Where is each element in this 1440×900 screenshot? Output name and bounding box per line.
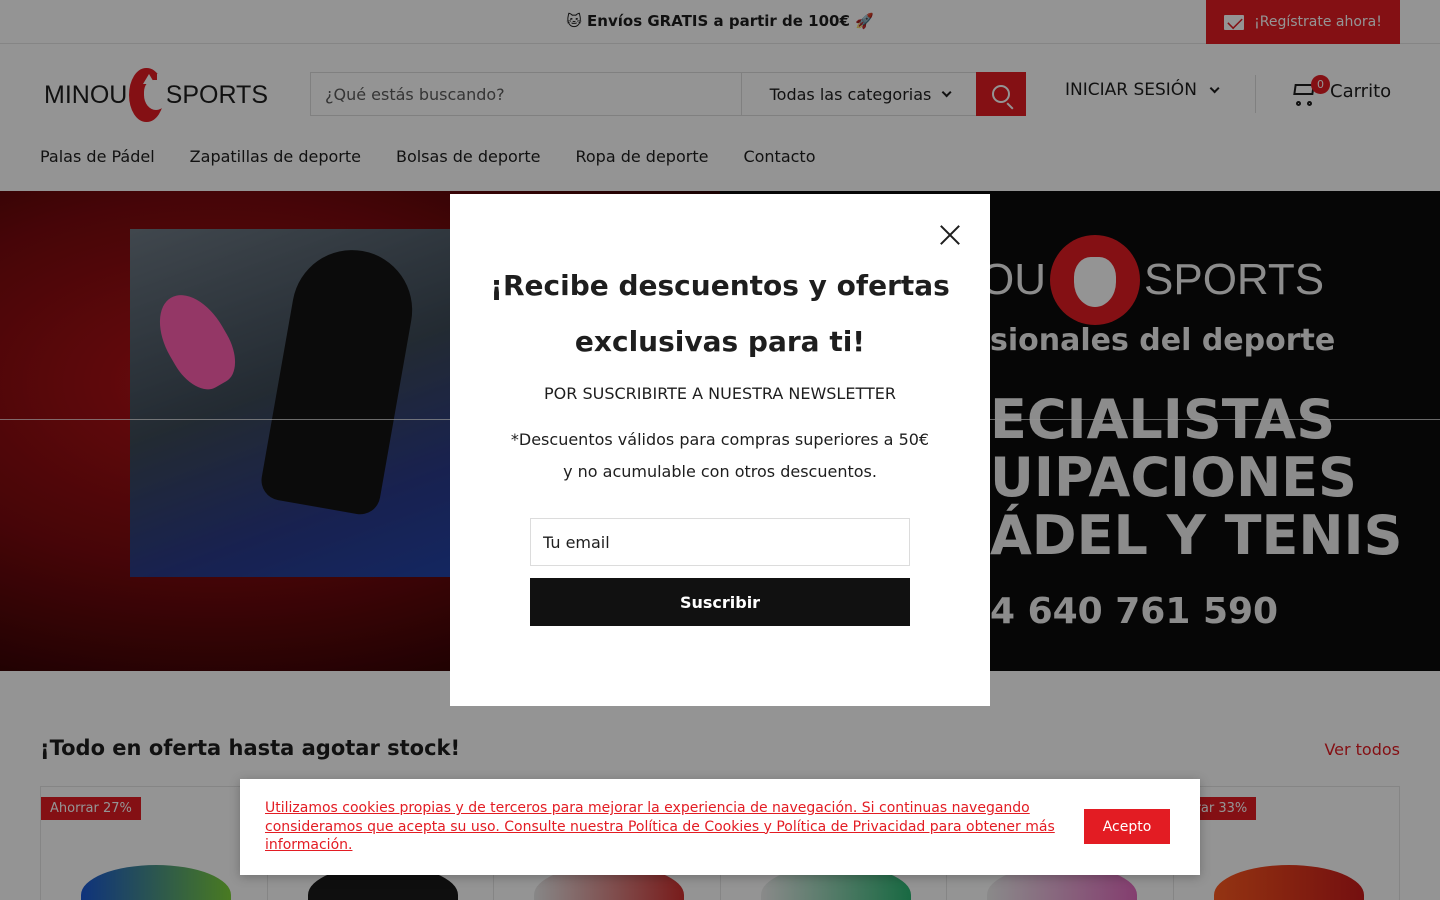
newsletter-modal: ¡Recibe descuentos y ofertas exclusivas … xyxy=(450,194,990,706)
subscribe-button[interactable]: Suscribir xyxy=(530,578,910,626)
modal-subtitle: POR SUSCRIBIRTE A NUESTRA NEWSLETTER xyxy=(544,384,896,403)
email-field[interactable] xyxy=(530,518,910,566)
cookie-banner: Utilizamos cookies propias y de terceros… xyxy=(240,779,1200,875)
cookie-policy-link[interactable]: Utilizamos cookies propias y de terceros… xyxy=(265,799,1065,855)
modal-title: ¡Recibe descuentos y ofertas exclusivas … xyxy=(490,269,950,358)
accept-cookies-button[interactable]: Acepto xyxy=(1084,809,1170,844)
close-icon[interactable] xyxy=(934,220,964,250)
modal-note: *Descuentos válidos para compras superio… xyxy=(510,430,930,481)
